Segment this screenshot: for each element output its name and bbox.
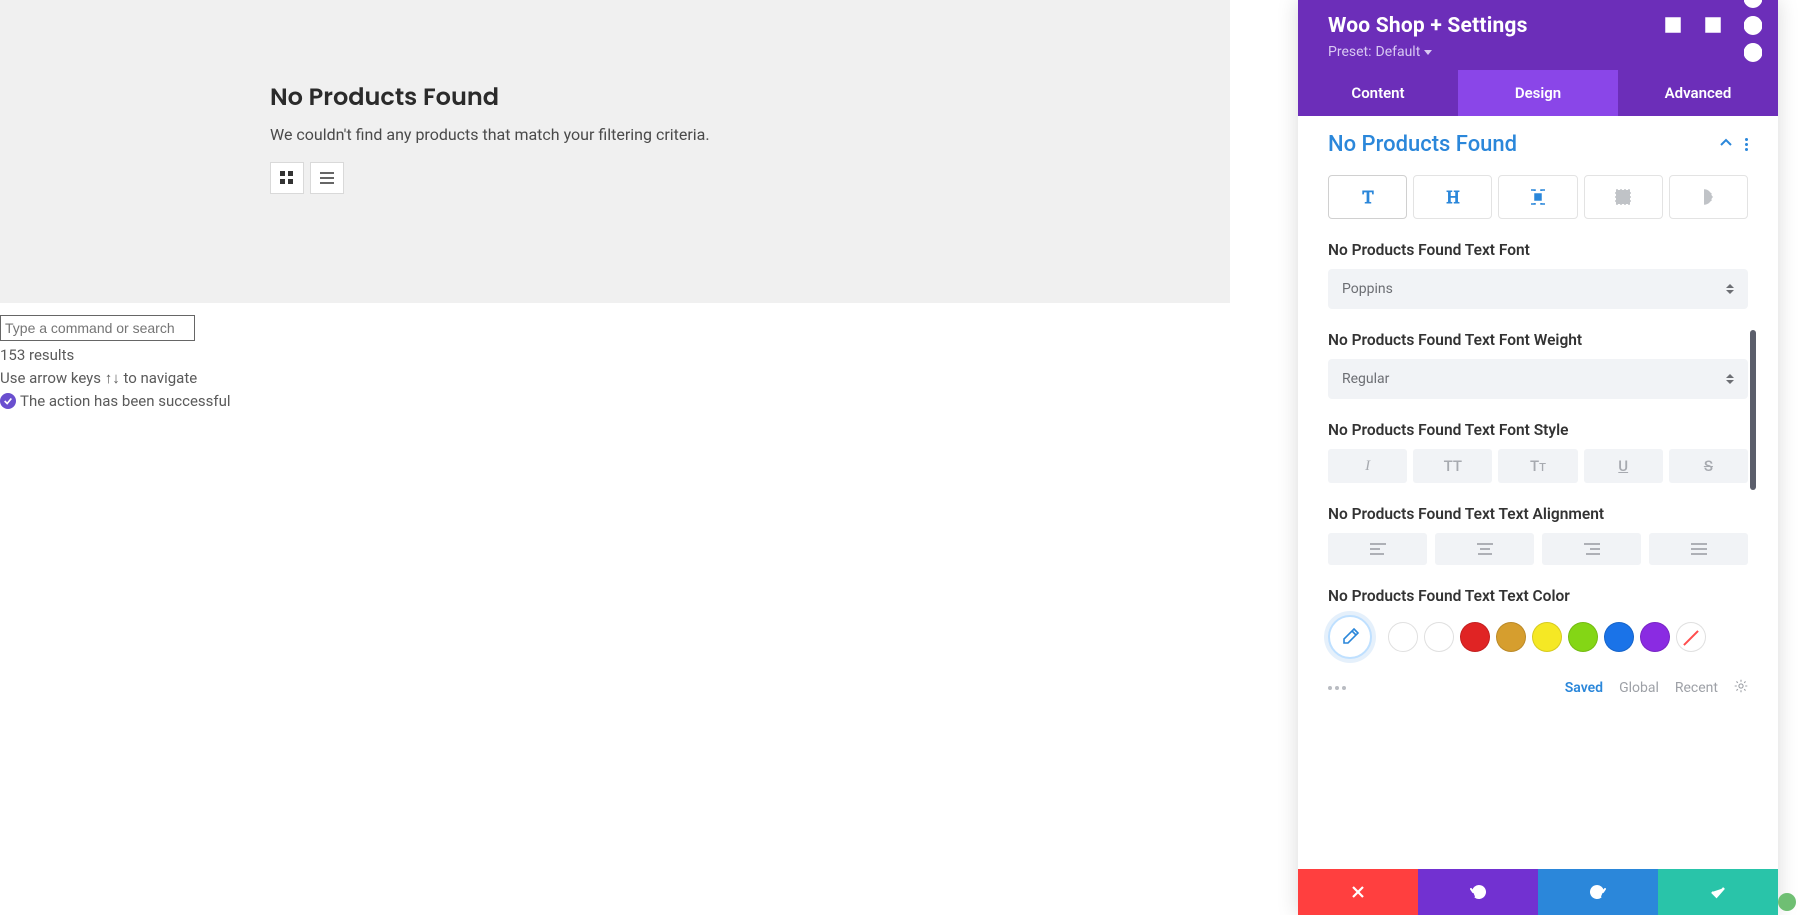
swatch-blue[interactable]: [1604, 622, 1634, 652]
view-toggle: [270, 162, 970, 194]
expand-icon[interactable]: [1664, 16, 1682, 34]
settings-panel: Woo Shop + Settings Preset: Default Cont…: [1298, 0, 1778, 915]
check-icon: [0, 393, 16, 409]
align-right-button[interactable]: [1542, 533, 1641, 565]
label-alignment: No Products Found Text Text Alignment: [1328, 505, 1748, 523]
underline-button[interactable]: U: [1584, 449, 1663, 483]
preview-canvas: No Products Found We couldn't find any p…: [0, 0, 1230, 303]
font-style-row: I TT Tᴛ U S: [1328, 449, 1748, 483]
align-left-button[interactable]: [1328, 533, 1427, 565]
weight-select[interactable]: Regular: [1328, 359, 1748, 399]
tab-advanced[interactable]: Advanced: [1618, 70, 1778, 116]
panel-tabs: Content Design Advanced: [1298, 70, 1778, 116]
select-caret-icon: [1726, 374, 1734, 384]
section-more-icon[interactable]: [1745, 138, 1748, 151]
caret-down-icon: [1424, 50, 1432, 55]
label-style: No Products Found Text Font Style: [1328, 421, 1748, 439]
swatch-white[interactable]: [1424, 622, 1454, 652]
strikethrough-button[interactable]: S: [1669, 449, 1748, 483]
preset-selector[interactable]: Preset: Default: [1328, 44, 1432, 60]
label-font: No Products Found Text Font: [1328, 241, 1748, 259]
no-products-message: We couldn't find any products that match…: [270, 125, 970, 144]
preset-label: Preset:: [1328, 44, 1372, 60]
chevron-up-icon[interactable]: [1719, 135, 1733, 154]
select-caret-icon: [1726, 284, 1734, 294]
swatch-purple[interactable]: [1640, 622, 1670, 652]
success-message: The action has been successful: [0, 392, 1230, 410]
swatch-none[interactable]: [1676, 622, 1706, 652]
svg-text:H: H: [1446, 187, 1459, 207]
nav-hint: Use arrow keys ↑↓ to navigate: [0, 369, 1230, 387]
subtab-shadow[interactable]: [1669, 175, 1748, 219]
command-input[interactable]: [0, 315, 195, 341]
section-title: No Products Found: [1328, 132, 1517, 157]
palette-global[interactable]: Global: [1619, 680, 1659, 696]
svg-text:T: T: [1362, 187, 1373, 207]
redo-button[interactable]: [1538, 869, 1658, 915]
swatch-black[interactable]: [1388, 622, 1418, 652]
uppercase-button[interactable]: TT: [1413, 449, 1492, 483]
subtab-spacing[interactable]: [1498, 175, 1577, 219]
panel-header: Woo Shop + Settings Preset: Default: [1298, 0, 1778, 70]
smallcaps-button[interactable]: Tᴛ: [1498, 449, 1577, 483]
swatch-orange[interactable]: [1496, 622, 1526, 652]
no-products-title: No Products Found: [270, 80, 970, 115]
command-area: 153 results Use arrow keys ↑↓ to navigat…: [0, 303, 1230, 410]
align-center-button[interactable]: [1435, 533, 1534, 565]
close-button[interactable]: [1298, 869, 1418, 915]
undo-button[interactable]: [1418, 869, 1538, 915]
weight-value: Regular: [1342, 371, 1389, 387]
alignment-row: [1328, 533, 1748, 565]
palette-recent[interactable]: Recent: [1675, 680, 1718, 696]
help-bubble[interactable]: [1778, 893, 1796, 911]
panel-body: No Products Found T H: [1298, 116, 1778, 869]
list-view-button[interactable]: [310, 162, 344, 194]
palette-saved[interactable]: Saved: [1565, 680, 1603, 696]
scrollbar-thumb[interactable]: [1750, 330, 1756, 490]
more-swatches-icon[interactable]: [1328, 686, 1346, 690]
layout-icon[interactable]: [1704, 16, 1722, 34]
save-button[interactable]: [1658, 869, 1778, 915]
font-select[interactable]: Poppins: [1328, 269, 1748, 309]
tab-design[interactable]: Design: [1458, 70, 1618, 116]
no-products-card: No Products Found We couldn't find any p…: [270, 80, 970, 194]
success-text: The action has been successful: [20, 392, 231, 410]
eyedropper-button[interactable]: [1328, 615, 1372, 659]
section-header[interactable]: No Products Found: [1328, 132, 1748, 157]
align-justify-button[interactable]: [1649, 533, 1748, 565]
preset-value: Default: [1376, 44, 1421, 60]
swatch-red[interactable]: [1460, 622, 1490, 652]
label-weight: No Products Found Text Font Weight: [1328, 331, 1748, 349]
subtab-text[interactable]: T: [1328, 175, 1407, 219]
element-subtabs: T H: [1328, 175, 1748, 219]
font-value: Poppins: [1342, 281, 1393, 297]
tab-content[interactable]: Content: [1298, 70, 1458, 116]
subtab-heading[interactable]: H: [1413, 175, 1492, 219]
more-icon[interactable]: [1744, 16, 1762, 34]
palette-row: Saved Global Recent: [1328, 673, 1748, 701]
swatch-green[interactable]: [1568, 622, 1598, 652]
italic-button[interactable]: I: [1328, 449, 1407, 483]
label-color: No Products Found Text Text Color: [1328, 587, 1748, 605]
subtab-border[interactable]: [1584, 175, 1663, 219]
swatch-yellow[interactable]: [1532, 622, 1562, 652]
color-swatch-row: [1328, 615, 1748, 659]
panel-footer: [1298, 869, 1778, 915]
grid-view-button[interactable]: [270, 162, 304, 194]
palette-settings-icon[interactable]: [1734, 679, 1748, 697]
results-count: 153 results: [0, 346, 1230, 364]
